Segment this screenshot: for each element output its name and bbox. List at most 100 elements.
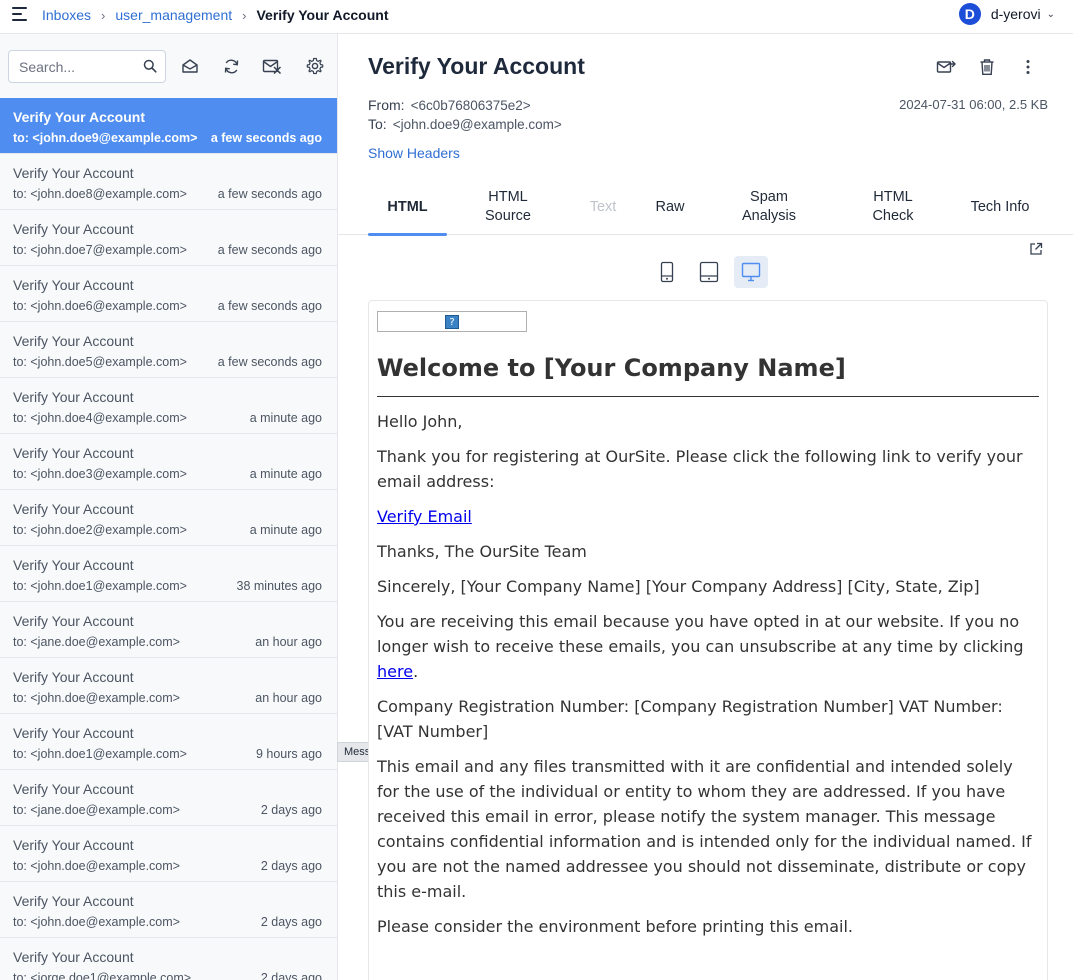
message-time: 2 days ago: [260, 915, 322, 929]
search-icon[interactable]: [143, 59, 157, 73]
search-box: [8, 50, 166, 83]
page-title: Verify Your Account: [368, 53, 585, 79]
message-time: 2 days ago: [260, 859, 322, 873]
to-label: To:: [368, 116, 387, 132]
unsubscribe-text: You are receiving this email because you…: [377, 612, 1024, 656]
email-signature: Sincerely, [Your Company Name] [Your Com…: [377, 577, 980, 596]
list-item[interactable]: Verify Your Account to: <john.doe4@exampl…: [0, 378, 337, 434]
message-recipient: to: <john.doe5@example.com>: [13, 355, 187, 369]
from-row: From: <6c0b76806375e2>: [368, 97, 531, 113]
message-time: 9 hours ago: [255, 747, 322, 761]
message-time: a minute ago: [249, 411, 322, 425]
email-unsubscribe: You are receiving this email because you…: [377, 609, 1039, 684]
email-intro: Thank you for registering at OurSite. Pl…: [377, 447, 1023, 491]
forward-icon[interactable]: [936, 57, 956, 77]
from-value: <6c0b76806375e2>: [410, 98, 531, 113]
view-tabs: HTML HTML Source Text Raw Spam Analysis …: [338, 179, 1073, 236]
message-recipient: to: <john.doe@example.com>: [13, 691, 180, 705]
message-date-size: 2024-07-31 06:00, 2.5 KB: [899, 97, 1048, 112]
list-item[interactable]: Verify Your Account to: <jane.doe@example…: [0, 602, 337, 658]
chevron-down-icon: ⌄: [1046, 8, 1055, 20]
message-pane: Verify Your Account From: <6c0b76806375e2…: [338, 34, 1073, 980]
message-time: 2 days ago: [260, 803, 322, 817]
show-headers-link[interactable]: Show Headers: [368, 145, 460, 161]
message-subject: Verify Your Account: [13, 949, 134, 965]
list-item[interactable]: Verify Your Account to: <john.doe5@exampl…: [0, 322, 337, 378]
refresh-icon[interactable]: [221, 56, 241, 76]
message-time: 38 minutes ago: [236, 579, 322, 593]
chevron-right-icon: ›: [101, 7, 106, 23]
message-recipient: to: <john.doe3@example.com>: [13, 467, 187, 481]
email-confidential: This email and any files transmitted wit…: [377, 757, 1032, 901]
message-recipient: to: <jorge.doe1@example.com>: [13, 971, 192, 980]
list-item[interactable]: Verify Your Account to: <jane.doe@example…: [0, 770, 337, 826]
message-time: a few seconds ago: [217, 243, 322, 257]
message-recipient: to: <john.doe6@example.com>: [13, 299, 187, 313]
message-subject: Verify Your Account: [13, 333, 134, 349]
broken-image: ?: [377, 311, 527, 332]
message-time: a minute ago: [249, 523, 322, 537]
email-thanks: Thanks, The OurSite Team: [377, 542, 587, 561]
mobile-view-icon[interactable]: [650, 256, 684, 288]
message-recipient: to: <john.doe7@example.com>: [13, 243, 187, 257]
email-verify-paragraph: Verify Email: [377, 504, 1039, 529]
list-item[interactable]: Verify Your Account to: <john.doe2@exampl…: [0, 490, 337, 546]
tab-html-check[interactable]: HTML Check: [858, 179, 928, 235]
list-item[interactable]: Verify Your Account to: <john.doe1@exampl…: [0, 546, 337, 602]
list-item[interactable]: Verify Your Account to: <john.doe6@exampl…: [0, 266, 337, 322]
tab-spam-analysis[interactable]: Spam Analysis: [730, 179, 808, 235]
message-time: a few seconds ago: [217, 299, 322, 313]
from-label: From:: [368, 97, 405, 113]
message-subject: Verify Your Account: [13, 893, 134, 909]
search-input[interactable]: [9, 51, 129, 82]
clear-inbox-icon[interactable]: [262, 56, 282, 76]
message-recipient: to: <john.doe@example.com>: [13, 859, 180, 873]
message-time: an hour ago: [255, 635, 322, 649]
tab-html[interactable]: HTML: [368, 179, 447, 236]
more-options-icon[interactable]: [1018, 57, 1038, 77]
mark-all-read-icon[interactable]: [180, 56, 200, 76]
list-item[interactable]: Verify Your Account to: <jorge.doe1@examp…: [0, 938, 337, 980]
list-item[interactable]: Verify Your Account to: <john.doe8@exampl…: [0, 154, 337, 210]
message-recipient: to: <john.doe2@example.com>: [13, 523, 187, 537]
unsubscribe-end: .: [413, 662, 419, 681]
unsubscribe-link[interactable]: here: [377, 662, 413, 681]
top-bar: Inboxes › user_management › Verify Your …: [0, 0, 1073, 34]
email-environment: Please consider the environment before p…: [377, 917, 853, 936]
desktop-view-icon[interactable]: [734, 256, 768, 288]
username: d-yerovi: [990, 6, 1041, 22]
gear-icon[interactable]: [305, 56, 325, 76]
user-menu[interactable]: D d-yerovi ⌄: [958, 3, 1055, 25]
message-time: an hour ago: [255, 691, 322, 705]
breadcrumb-current: Verify Your Account: [256, 7, 389, 23]
tab-tech-info[interactable]: Tech Info: [970, 179, 1030, 235]
list-item[interactable]: Verify Your Account to: <john.doe3@exampl…: [0, 434, 337, 490]
breadcrumb-inbox[interactable]: user_management: [115, 7, 232, 23]
list-item[interactable]: Verify Your Account to: <john.doe9@exampl…: [0, 98, 337, 154]
tab-raw[interactable]: Raw: [644, 179, 696, 235]
list-item[interactable]: Verify Your Account to: <john.doe@example…: [0, 882, 337, 938]
open-in-new-window-icon[interactable]: [1029, 242, 1043, 259]
list-item[interactable]: Verify Your Account to: <john.doe@example…: [0, 658, 337, 714]
message-time: a few seconds ago: [217, 355, 322, 369]
message-recipient: to: <john.doe1@example.com>: [13, 747, 187, 761]
list-item[interactable]: Verify Your Account to: <john.doe@example…: [0, 826, 337, 882]
tab-html-source[interactable]: HTML Source: [468, 179, 548, 235]
message-subject: Verify Your Account: [13, 221, 134, 237]
message-time: 2 days ago: [260, 971, 322, 980]
message-recipient: to: <jane.doe@example.com>: [13, 803, 180, 817]
message-recipient: to: <john.doe@example.com>: [13, 915, 180, 929]
message-time: a few seconds ago: [210, 131, 322, 145]
email-registration: Company Registration Number: [Company Re…: [377, 697, 1003, 741]
email-heading: Welcome to [Your Company Name]: [377, 354, 1039, 397]
breadcrumb-inboxes[interactable]: Inboxes: [42, 7, 91, 23]
avatar: D: [958, 3, 981, 25]
trash-icon[interactable]: [977, 57, 997, 77]
message-subject: Verify Your Account: [13, 837, 134, 853]
list-item[interactable]: Verify Your Account to: <john.doe1@exampl…: [0, 714, 337, 770]
menu-icon[interactable]: [12, 7, 28, 23]
tablet-view-icon[interactable]: [692, 256, 726, 288]
list-item[interactable]: Verify Your Account to: <john.doe7@exampl…: [0, 210, 337, 266]
verify-email-link[interactable]: Verify Email: [377, 507, 472, 526]
message-subject: Verify Your Account: [13, 557, 134, 573]
